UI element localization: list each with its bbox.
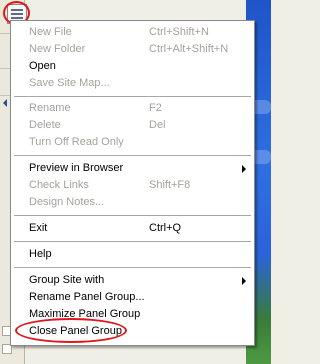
menu-item-label: Save Site Map... bbox=[29, 77, 110, 89]
menu-item-shortcut: Ctrl+Shift+N bbox=[149, 26, 209, 38]
menu-item-design-notes[interactable]: Design Notes... bbox=[11, 194, 254, 211]
menu-item-group-site-with[interactable]: Group Site with bbox=[11, 272, 254, 289]
menu-item-label: Exit bbox=[29, 222, 48, 234]
menu-item-check-links[interactable]: Check Links Shift+F8 bbox=[11, 177, 254, 194]
menu-separator bbox=[14, 215, 251, 216]
menu-item-label: Preview in Browser bbox=[29, 162, 124, 174]
menu-item-shortcut: Shift+F8 bbox=[149, 179, 191, 191]
menu-item-label: Group Site with bbox=[29, 274, 105, 286]
menu-item-label: Rename bbox=[29, 102, 71, 114]
menu-item-label: New File bbox=[29, 26, 72, 38]
menu-separator bbox=[14, 241, 251, 242]
submenu-arrow-icon bbox=[242, 165, 246, 173]
menu-item-rename-panel-group[interactable]: Rename Panel Group... bbox=[11, 289, 254, 306]
menu-item-label: Design Notes... bbox=[29, 196, 105, 208]
menu-item-label: Help bbox=[29, 248, 52, 260]
menu-item-help[interactable]: Help bbox=[11, 246, 254, 263]
menu-item-label: Turn Off Read Only bbox=[29, 136, 124, 148]
menu-item-delete[interactable]: Delete Del bbox=[11, 117, 254, 134]
menu-item-new-file[interactable]: New File Ctrl+Shift+N bbox=[11, 24, 254, 41]
menu-separator bbox=[14, 267, 251, 268]
menu-item-label: New Folder bbox=[29, 43, 86, 55]
submenu-arrow-icon bbox=[242, 277, 246, 285]
highlight-circle-close-panel-group bbox=[15, 318, 127, 343]
menu-item-label: Rename Panel Group... bbox=[29, 291, 145, 303]
menu-item-exit[interactable]: Exit Ctrl+Q bbox=[11, 220, 254, 237]
menu-item-new-folder[interactable]: New Folder Ctrl+Alt+Shift+N bbox=[11, 41, 254, 58]
menu-item-label: Delete bbox=[29, 119, 61, 131]
menu-item-shortcut: Ctrl+Q bbox=[149, 222, 182, 234]
menu-separator bbox=[14, 155, 251, 156]
menu-item-turn-off-read-only[interactable]: Turn Off Read Only bbox=[11, 134, 254, 151]
background-scroll-arrow-icon bbox=[3, 99, 7, 107]
menu-separator bbox=[14, 96, 251, 97]
menu-item-shortcut: F2 bbox=[149, 102, 162, 114]
menu-item-open[interactable]: Open bbox=[11, 58, 254, 75]
context-menu: New File Ctrl+Shift+N New Folder Ctrl+Al… bbox=[10, 20, 255, 346]
menu-item-shortcut: Ctrl+Alt+Shift+N bbox=[149, 43, 229, 55]
menu-item-preview-in-browser[interactable]: Preview in Browser bbox=[11, 160, 254, 177]
menu-item-label: Open bbox=[29, 60, 56, 72]
menu-item-label: Check Links bbox=[29, 179, 89, 191]
menu-item-save-site-map[interactable]: Save Site Map... bbox=[11, 75, 254, 92]
menu-item-rename[interactable]: Rename F2 bbox=[11, 100, 254, 117]
menu-item-shortcut: Del bbox=[149, 119, 166, 131]
